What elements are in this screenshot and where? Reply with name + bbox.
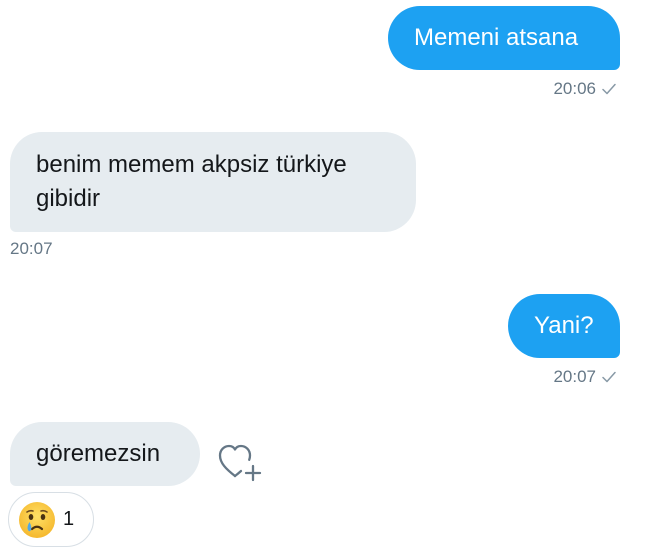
message-timestamp: 20:07 (10, 239, 53, 258)
received-message-bubble[interactable]: göremezsin (10, 422, 200, 486)
message-timestamp: 20:06 (553, 79, 596, 98)
check-icon (602, 371, 616, 383)
heart-plus-icon[interactable] (216, 440, 264, 484)
message-meta: 20:07 (553, 366, 616, 388)
check-icon (602, 83, 616, 95)
message-text-line: gibidir (36, 185, 101, 212)
message-meta: 20:07 (10, 238, 53, 260)
message-text-line: benim memem akpsiz türkiye (36, 151, 347, 178)
message-thread: Memeni atsana 20:06 benim memem akpsiz t… (0, 0, 652, 555)
message-text: Yani? (534, 312, 594, 339)
message-text: göremezsin (36, 440, 161, 467)
crying-face-icon (17, 500, 57, 540)
message-timestamp: 20:07 (553, 367, 596, 386)
message-meta: 20:06 (553, 78, 616, 100)
reaction-count: 1 (63, 508, 75, 530)
sent-message-bubble[interactable]: Yani? (508, 294, 620, 358)
reaction-pill[interactable]: 1 (8, 492, 94, 547)
message-text: Memeni atsana (414, 24, 579, 51)
received-message-bubble[interactable]: benim memem akpsiz türkiye gibidir (10, 132, 416, 232)
sent-message-bubble[interactable]: Memeni atsana (388, 6, 620, 70)
